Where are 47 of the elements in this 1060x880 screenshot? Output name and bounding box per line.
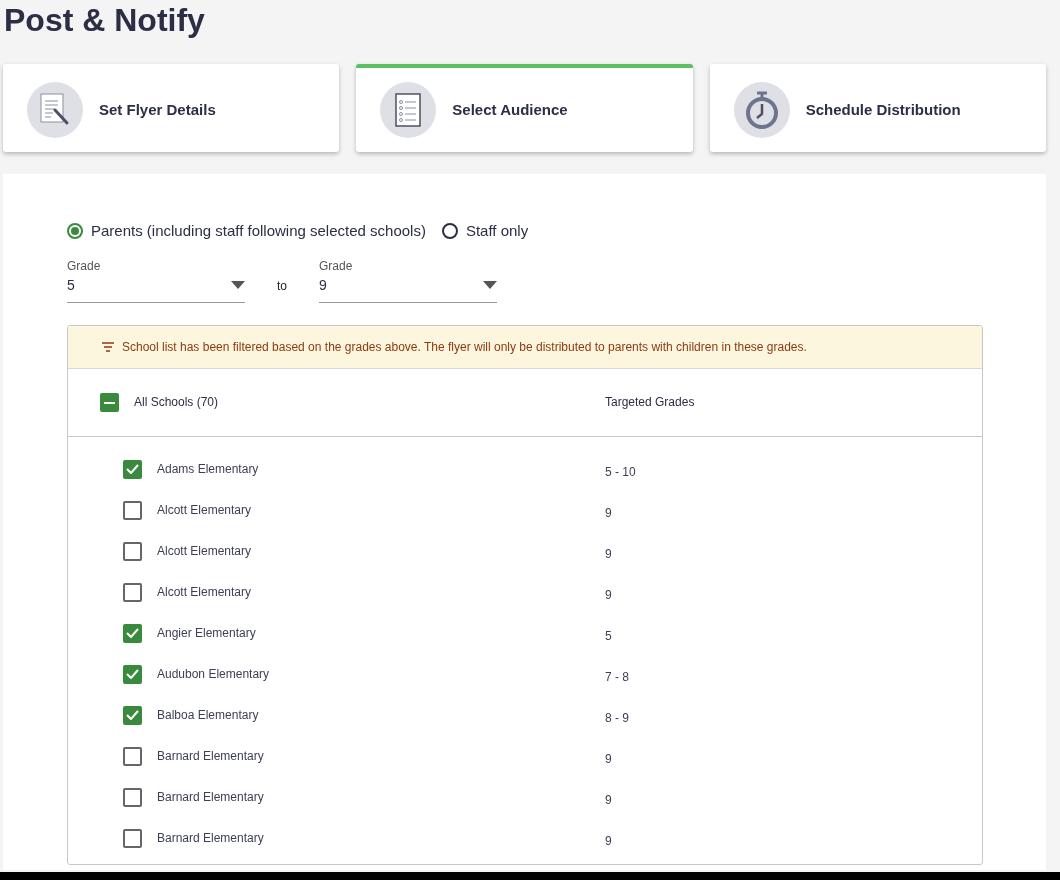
document-pen-icon [27, 82, 83, 138]
filter-icon [102, 341, 114, 352]
caret-icon [483, 281, 497, 289]
school-checkbox[interactable] [123, 500, 142, 520]
school-checkbox[interactable] [123, 828, 142, 848]
school-checkbox[interactable] [123, 664, 142, 684]
grades-cell-text: 8 - 9 [605, 710, 629, 727]
grades-cell-text: 9 [605, 505, 612, 522]
school-checkbox[interactable] [123, 787, 142, 807]
grades-cell-text: 5 [605, 628, 612, 645]
school-checkbox[interactable] [123, 705, 142, 725]
school-checkbox[interactable] [123, 623, 142, 643]
school-name: Barnard Elementary [157, 748, 264, 765]
school-name: Barnard Elementary [157, 830, 264, 847]
grades-cell-text: 9 [605, 751, 612, 768]
radio-option[interactable]: Staff only [441, 220, 529, 243]
grades-cell-text: 5 - 10 [605, 464, 636, 481]
grade-select[interactable]: Grade 5 [67, 256, 245, 303]
step-tab[interactable]: Select Audience [356, 64, 693, 152]
school-name: Alcott Elementary [157, 584, 252, 601]
school-checkbox[interactable] [123, 459, 142, 479]
radio-option[interactable]: Parents (including staff following selected schools) [67, 220, 426, 243]
grades-cell-text: 7 - 8 [605, 669, 629, 686]
school-name: Alcott Elementary [157, 502, 252, 519]
grades-cell-text: 9 [605, 546, 612, 563]
page-title: Post & Notify [3, 1, 206, 40]
school-checkbox[interactable] [123, 746, 142, 766]
column-header: All Schools (70) [134, 394, 219, 411]
school-name: Alcott Elementary [157, 543, 252, 560]
column-header: Targeted Grades [605, 394, 695, 411]
school-name: Adams Elementary [157, 461, 259, 478]
school-name: Audubon Elementary [157, 666, 270, 683]
school-checkbox[interactable] [123, 541, 142, 561]
school-name: Angier Elementary [157, 625, 256, 642]
step-tab[interactable]: Set Flyer Details [3, 64, 340, 152]
step-tab[interactable]: Schedule Distribution [709, 64, 1046, 152]
grades-cell-text: 9 [605, 587, 612, 604]
select-all-checkbox[interactable] [100, 392, 119, 412]
grades-cell-text: 9 [605, 792, 612, 809]
school-name: Balboa Elementary [157, 707, 259, 724]
school-name: Barnard Elementary [157, 789, 264, 806]
grades-cell-text: 9 [605, 833, 612, 850]
caret-icon [231, 281, 245, 289]
school-checkbox[interactable] [123, 582, 142, 602]
filter-notice: School list has been filtered based on the grades above. The flyer will only be distributed to parents with children in these grades. [122, 338, 807, 356]
range-separator: to [277, 277, 287, 295]
grade-select[interactable]: Grade 9 [319, 256, 497, 303]
